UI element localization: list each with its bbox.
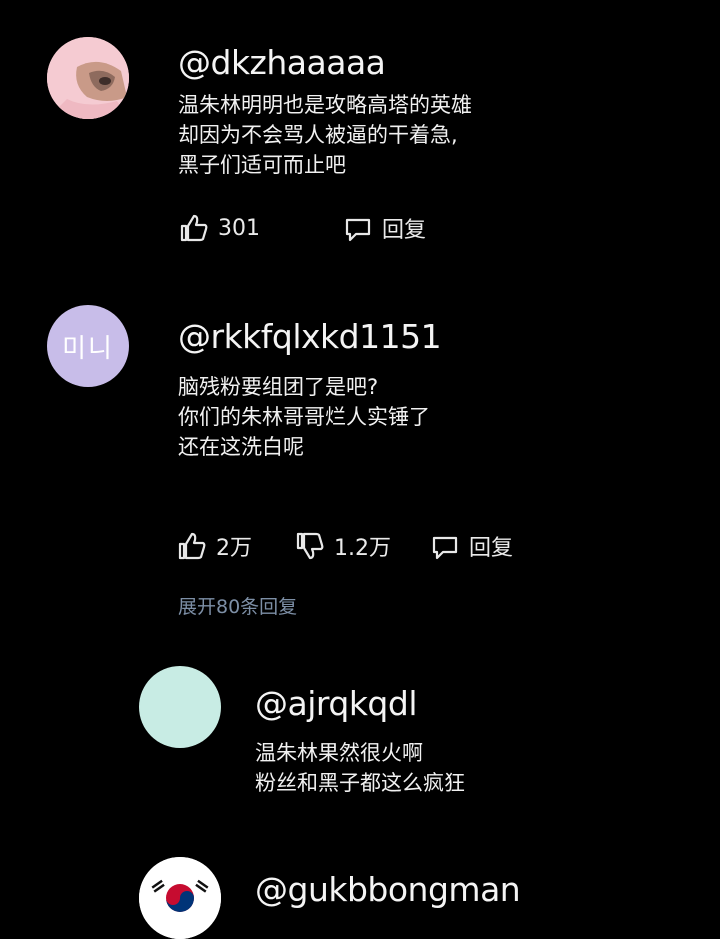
comment-text: 温朱林明明也是攻略高塔的英雄 却因为不会骂人被逼的干着急, 黑子们适可而止吧 <box>178 90 472 180</box>
like-button[interactable]: 2万 <box>176 530 252 562</box>
comment-line: 黑子们适可而止吧 <box>178 153 346 177</box>
avatar[interactable]: 미니 <box>47 305 129 387</box>
reply-button[interactable]: 回复 <box>429 530 513 562</box>
username[interactable]: @rkkfqlxkd1151 <box>178 317 442 356</box>
dislike-count: 1.2万 <box>334 536 391 561</box>
reply-label: 回复 <box>469 536 514 561</box>
korea-flag-icon <box>139 857 221 939</box>
reply-button[interactable]: 回复 <box>342 212 426 244</box>
reply-1: @ajrqkqdl 温朱林果然很火啊 粉丝和黑子都这么疯狂 <box>0 660 720 830</box>
username[interactable]: @gukbbongman <box>255 870 521 909</box>
comment-line: 还在这洗白呢 <box>178 435 304 459</box>
dislike-button[interactable]: 1.2万 <box>294 530 391 562</box>
comment-line: 脑残粉要组团了是吧? <box>178 375 379 399</box>
comment-line: 粉丝和黑子都这么疯狂 <box>255 771 465 795</box>
reply-icon <box>345 218 371 242</box>
comment-1: @dkzhaaaaa 温朱林明明也是攻略高塔的英雄 却因为不会骂人被逼的干着急,… <box>0 0 720 280</box>
reply-2: @gukbbongman <box>0 850 720 939</box>
comment-actions: 301 回复 <box>178 210 426 246</box>
expand-replies-link[interactable]: 展开80条回复 <box>178 592 297 619</box>
thumbs-down-icon <box>296 532 324 560</box>
like-count: 2万 <box>216 536 252 561</box>
avatar[interactable] <box>139 666 221 748</box>
like-button[interactable]: 301 <box>178 212 260 244</box>
comment-line: 温朱林果然很火啊 <box>255 741 423 765</box>
avatar-initials: 미니 <box>62 333 114 364</box>
comment-text: 温朱林果然很火啊 粉丝和黑子都这么疯狂 <box>255 738 465 798</box>
comment-2: 미니 @rkkfqlxkd1151 脑残粉要组团了是吧? 你们的朱林哥哥烂人实锤… <box>0 290 720 630</box>
avatar[interactable] <box>47 37 129 119</box>
comment-text: 脑残粉要组团了是吧? 你们的朱林哥哥烂人实锤了 还在这洗白呢 <box>178 372 430 462</box>
thumbs-up-icon <box>180 214 208 242</box>
comment-line: 却因为不会骂人被逼的干着急, <box>178 123 458 147</box>
comment-actions: 2万 1.2万 回复 <box>176 528 513 564</box>
reply-label: 回复 <box>382 218 427 243</box>
pet-photo-icon <box>47 37 129 119</box>
username[interactable]: @dkzhaaaaa <box>178 43 386 82</box>
reply-icon <box>432 536 458 560</box>
avatar[interactable] <box>139 857 221 939</box>
thumbs-up-icon <box>178 532 206 560</box>
like-count: 301 <box>218 215 260 241</box>
username[interactable]: @ajrqkqdl <box>255 684 418 723</box>
comment-line: 你们的朱林哥哥烂人实锤了 <box>178 405 430 429</box>
comment-line: 温朱林明明也是攻略高塔的英雄 <box>178 93 472 117</box>
